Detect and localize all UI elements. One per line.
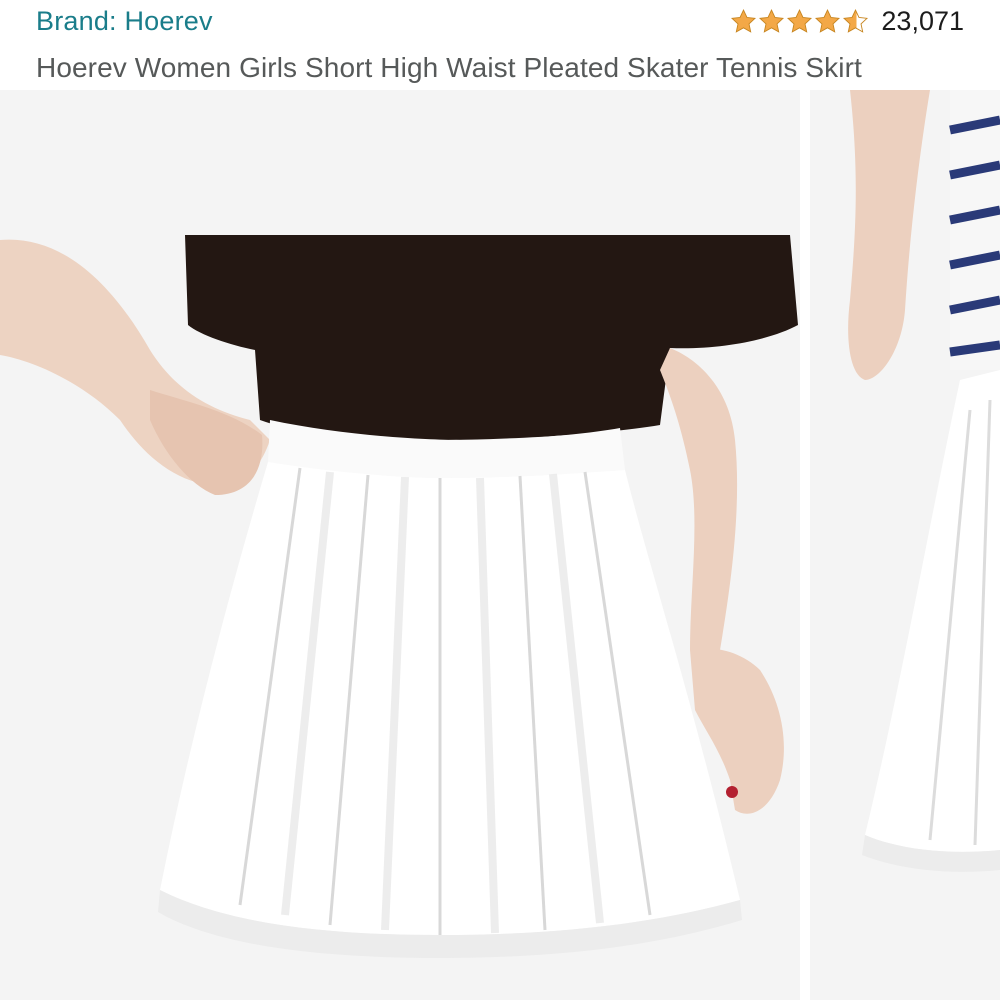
product-header: Brand: Hoerev 23,071 Hoerev Women Girls … bbox=[0, 0, 1000, 90]
product-title: Hoerev Women Girls Short High Waist Plea… bbox=[36, 52, 862, 83]
brand-link[interactable]: Brand: Hoerev bbox=[36, 6, 213, 37]
star-icon bbox=[787, 8, 813, 33]
next-product-image[interactable] bbox=[810, 90, 1000, 1000]
star-icon bbox=[759, 8, 785, 33]
half-star-icon bbox=[843, 8, 869, 33]
review-count[interactable]: 23,071 bbox=[881, 6, 964, 37]
star-rating[interactable] bbox=[730, 8, 869, 35]
image-gallery[interactable] bbox=[0, 90, 1000, 1000]
star-icon bbox=[815, 8, 841, 33]
star-icon bbox=[731, 8, 757, 33]
main-product-image[interactable] bbox=[0, 90, 800, 1000]
rating-summary[interactable]: 23,071 bbox=[730, 6, 964, 37]
